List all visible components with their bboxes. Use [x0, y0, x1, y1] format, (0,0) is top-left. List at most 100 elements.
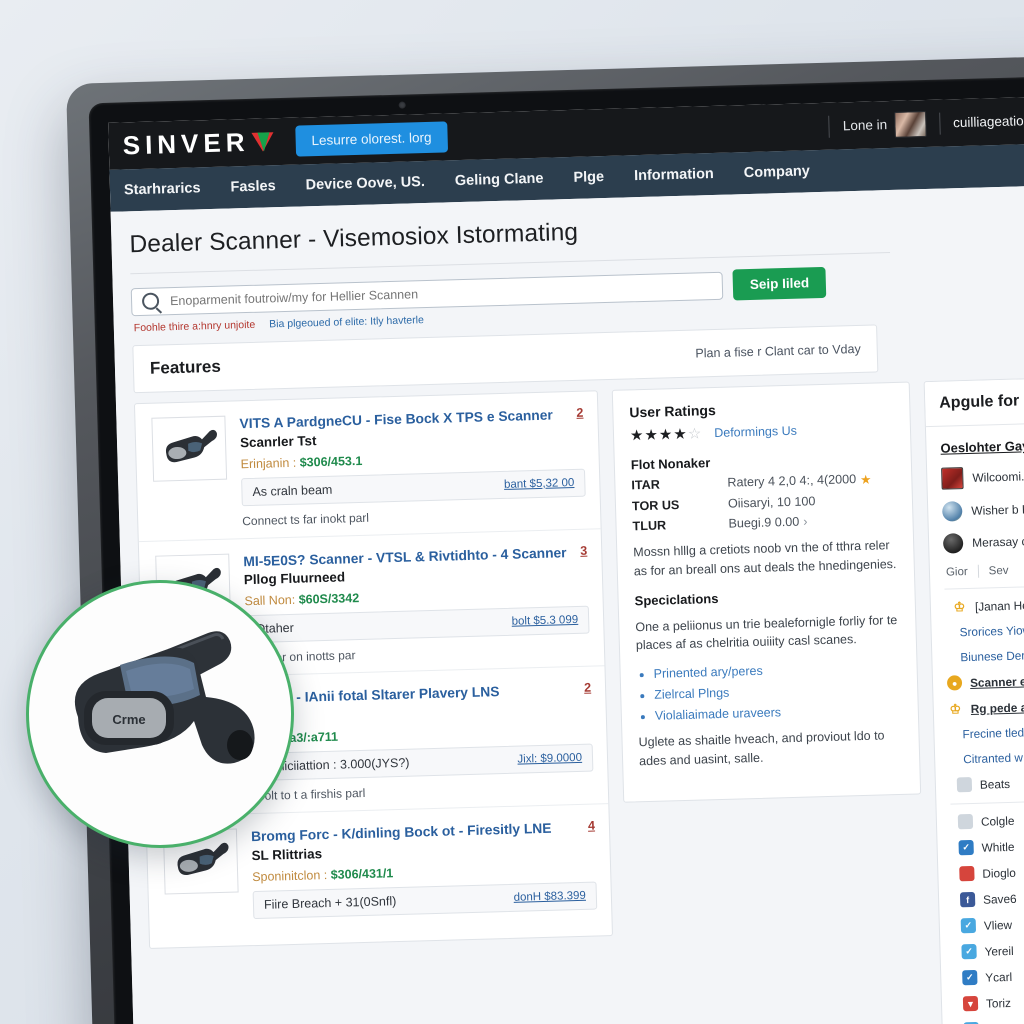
nav-item-3[interactable]: Geling Clane	[455, 171, 544, 189]
scanner-thumbnail-icon	[151, 415, 228, 482]
sidebar-link-label: Beats	[979, 776, 1011, 792]
list-item-count[interactable]: 3	[580, 543, 587, 557]
sidebar-link-row[interactable]: ● Scanner e.7	[946, 672, 1024, 691]
nav-item-6[interactable]: Company	[744, 163, 810, 181]
promo-button[interactable]: Lesurre olorest. lorg	[295, 121, 448, 157]
ratings-row-value: Ratery 4 2,0 4:, 4(2000	[727, 472, 857, 490]
option-link[interactable]: bant $5,32 00	[504, 477, 575, 491]
right-sidebar-heading: Apgule for Besic	[924, 378, 1024, 428]
red-square-icon: ▼	[962, 995, 979, 1012]
features-title: Features	[149, 356, 222, 378]
doc-icon	[957, 813, 974, 830]
star-icon: ★	[859, 472, 872, 487]
list-item-option-row[interactable]: Dtaher bolt $5.3 099	[244, 605, 590, 644]
sidebar-link-row[interactable]: Beats	[956, 774, 1024, 793]
spec-bullet[interactable]: Zielrcal Plngs	[654, 681, 901, 702]
list-item-price: nlor. $3a3/:a711	[248, 722, 592, 746]
list-item-footer: Connect ts far inokt parl	[242, 510, 370, 528]
sidebar-link-row[interactable]: f Save6	[959, 889, 1024, 908]
screenshot-stage: SINVER Lesurre olorest. lorg Lone in cui…	[0, 0, 1024, 1024]
search-error-hint: Foohle thire a:hnry unjoite	[133, 318, 256, 335]
list-item[interactable]: VITS A PardgneCU - Fise Bock X TPS e Sca…	[134, 391, 601, 542]
blue-check-icon: ✓	[961, 943, 977, 960]
spec-bullet[interactable]: Prinented ary/peres	[654, 660, 901, 681]
person-row[interactable]: Wisher b Ri	[942, 498, 1024, 522]
nav-item-1[interactable]: Fasles	[230, 178, 276, 195]
sidebar-link-row[interactable]: ♔ [Janan Helo	[952, 596, 1024, 614]
sidebar-link-label: Srorices Yiow	[959, 623, 1024, 640]
spec-bullet[interactable]: Violaliaimade uraveers	[655, 702, 902, 723]
sidebar-link-label: [Janan Helo	[974, 597, 1024, 614]
site-logo[interactable]: SINVER	[122, 126, 274, 161]
tab-sev[interactable]: Sev	[989, 564, 1009, 577]
price-label: Sponinitclon :	[252, 867, 328, 884]
ratings-subheading: Flot Nonaker	[630, 455, 711, 473]
sidebar-link-row[interactable]: ▼ Toriz	[962, 993, 1024, 1012]
sidebar-link-row[interactable]: Colgle	[957, 811, 1024, 830]
page-body: Dealer Scanner - Visemosiox Istormating …	[110, 183, 1024, 1024]
option-link[interactable]: bolt $5.3 099	[512, 614, 579, 628]
spec-bullet-list: Prinented ary/peres Zielrcal Plngs Viola…	[637, 660, 902, 723]
list-item-footer: oi.Ieaer on inotts par	[245, 648, 356, 666]
avatar[interactable]	[893, 110, 927, 138]
chevron-right-icon[interactable]: ›	[803, 514, 808, 528]
list-item-count[interactable]: 4	[588, 818, 595, 832]
sidebar-link-label: Whitle	[981, 839, 1015, 855]
sidebar-link-label: Colgle	[980, 813, 1015, 829]
list-item-option-row[interactable]: As craln beam bant $5,32 00	[241, 468, 586, 506]
nav-item-2[interactable]: Device Oove, US.	[305, 174, 425, 193]
search-input[interactable]	[167, 277, 713, 309]
list-item-option-row[interactable]: Fiire Breach + 31(0Snfl) donH $83.399	[252, 880, 598, 919]
list-item-body: osyrde - IAnii fotal Sltarer Plavery LNS…	[247, 681, 594, 803]
nav-item-5[interactable]: Information	[634, 166, 714, 184]
spec-heading: Speciclations	[634, 590, 719, 608]
sidebar-link-label: Yereil	[984, 943, 1014, 959]
page-title: Dealer Scanner - Visemosiox Istormating	[129, 218, 579, 259]
list-item-count[interactable]: 2	[576, 406, 583, 420]
person-row[interactable]: Merasay co	[942, 530, 1024, 554]
sidebar-link-row[interactable]: ✓ Vliew	[960, 915, 1024, 934]
sidebar-link-row[interactable]: Frecine tled	[962, 724, 1024, 742]
option-link[interactable]: Jixl: $9.0000	[517, 752, 582, 766]
account-menu-label[interactable]: cuilliageationors|	[953, 112, 1024, 130]
search-help-link[interactable]: Bia plgeoued of elite: Itly havterle	[269, 314, 424, 330]
option-link[interactable]: donH $83.399	[513, 889, 586, 903]
sidebar-link-row[interactable]: ✓ Yereil	[961, 941, 1024, 960]
nav-item-0[interactable]: Starhrarics	[124, 180, 201, 198]
magnifier-circle: Crme	[26, 580, 294, 848]
ratings-row: TOR US Oiisaryi, 10 100	[632, 492, 896, 513]
triangle-logo-mark-icon	[251, 132, 274, 152]
sidebar-link-row[interactable]: ♔ Rg pede a 6	[948, 698, 1024, 716]
red-square-icon	[959, 865, 975, 882]
list-item-footer: Beolt to t a firshis parl	[249, 785, 366, 804]
search-icon	[141, 292, 160, 310]
ratings-row: TLUR Buegi.9 0.00 ›	[632, 512, 896, 533]
right-sidebar-section-title[interactable]: Oeslohter Gay N	[940, 437, 1024, 456]
sidebar-link-row[interactable]: ✓ Ycarl	[962, 967, 1024, 986]
list-item-body: MI-5E0S? Scanner - VTSL & Rivtidhto - 4 …	[243, 543, 590, 665]
blue-square-icon: ✓	[958, 839, 974, 856]
price-value: $60S/3342	[298, 591, 360, 607]
thumbnail-red-icon	[941, 467, 964, 490]
sidebar-link-label: Frecine tled	[962, 725, 1024, 742]
search-submit-button[interactable]: Seip Iiled	[732, 266, 827, 301]
star-rating-icons: ★★★★☆	[629, 425, 703, 445]
features-right-link[interactable]: Plan a fise r Clant car to Vday	[695, 342, 861, 361]
sidebar-link-label: Biunese Der	[960, 648, 1024, 665]
list-item-option-row[interactable]: Maniciiattion : 3.000(JYS?) Jixl: $9.000…	[248, 743, 594, 782]
list-item-count[interactable]: 2	[584, 681, 591, 695]
sidebar-link-row[interactable]: Dioglo	[959, 863, 1024, 882]
tab-gior[interactable]: Gior	[946, 566, 968, 579]
list-item-footer	[254, 917, 598, 927]
sidebar-link-row[interactable]: Biunese Der	[960, 647, 1024, 664]
person-row[interactable]: Wilcoomi..C	[941, 464, 1024, 490]
nav-item-4[interactable]: Plge	[573, 169, 604, 186]
reviews-link[interactable]: Deformings Us	[714, 424, 797, 440]
login-link[interactable]: Lone in	[843, 117, 888, 133]
ratings-row-key: TOR US	[631, 498, 680, 514]
sidebar-link-row[interactable]: Srorices Yiow	[959, 622, 1024, 639]
sidebar-link-row[interactable]: Citranted w	[963, 749, 1024, 767]
star-rating-row: ★★★★☆ Deformings Us	[629, 419, 894, 445]
sidebar-link-row[interactable]: ✓ Vebi	[963, 1019, 1024, 1024]
sidebar-link-row[interactable]: ✓ Whitle	[958, 837, 1024, 856]
